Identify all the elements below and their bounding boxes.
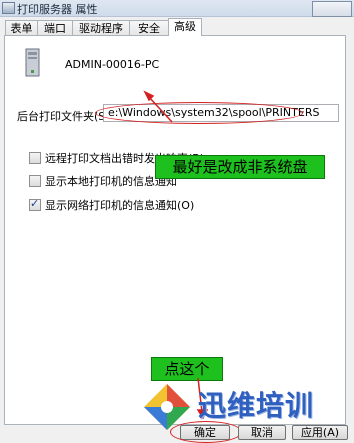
cancel-button[interactable]: 取消 <box>238 425 286 440</box>
arrow-to-path <box>147 95 173 123</box>
arrow-head-path <box>143 90 155 102</box>
tab-advanced[interactable]: 高级 <box>168 18 202 36</box>
apply-button[interactable]: 应用(A) <box>292 425 348 440</box>
brand-watermark: 迅维培训 <box>198 389 315 422</box>
annotation-arrows <box>143 90 209 420</box>
